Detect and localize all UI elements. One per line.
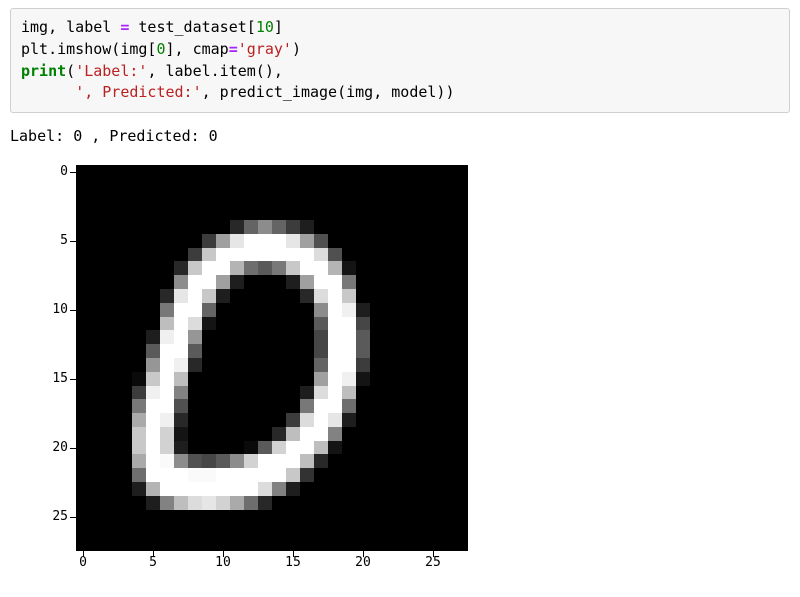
y-tick-label: 15 <box>38 371 68 386</box>
x-tick-label: 20 <box>348 555 378 570</box>
y-tick-label: 10 <box>38 302 68 317</box>
y-tick-label: 0 <box>38 164 68 179</box>
y-tick-label: 5 <box>38 233 68 248</box>
x-tick-label: 15 <box>278 555 308 570</box>
y-tick-label: 20 <box>38 440 68 455</box>
x-tick-label: 25 <box>418 555 448 570</box>
matplotlib-figure: 0 5 10 15 20 25 0 5 10 15 20 25 <box>20 155 500 585</box>
y-tick-label: 25 <box>38 509 68 524</box>
stdout-output: Label: 0 , Predicted: 0 <box>10 127 790 145</box>
x-tick-label: 5 <box>138 555 168 570</box>
code-text: img, label = test_dataset[10] plt.imshow… <box>21 18 455 101</box>
x-tick-label: 0 <box>68 555 98 570</box>
code-cell: img, label = test_dataset[10] plt.imshow… <box>10 8 790 113</box>
imshow-axes <box>76 165 468 551</box>
x-tick-label: 10 <box>208 555 238 570</box>
